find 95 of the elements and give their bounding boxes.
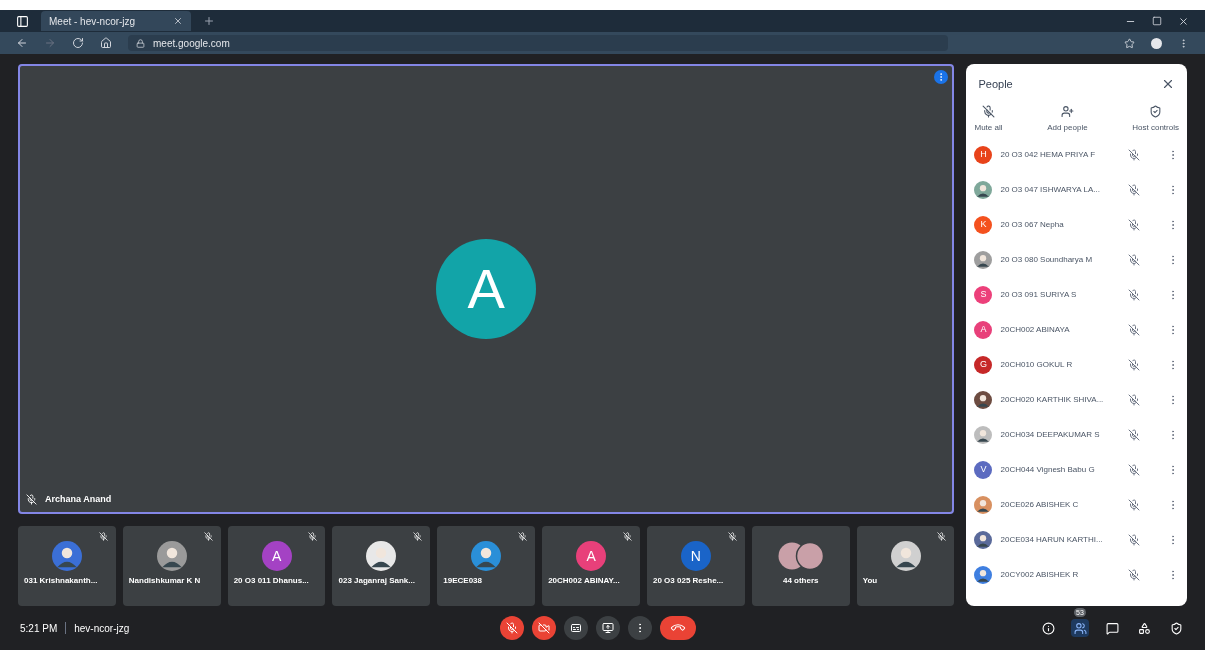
participant-name: 20 O3 047 ISHWARYA LA...: [1000, 184, 1101, 196]
tab-actions-icon[interactable]: [16, 14, 29, 28]
captions-button[interactable]: [564, 616, 588, 640]
participant-row[interactable]: 20CE026 ABISHEK C: [966, 487, 1187, 523]
participant-name: 20CH002 ABINAYA: [1000, 324, 1071, 336]
participant-row[interactable]: S 20 O3 091 SURIYA S: [966, 277, 1187, 313]
url-text: meet.google.com: [153, 36, 230, 51]
add-people-button[interactable]: Add people: [1047, 104, 1088, 134]
participant-tile[interactable]: Nandishkumar K N: [122, 526, 221, 606]
participant-name: 20CH010 GOKUL R: [1000, 359, 1074, 371]
host-controls-icon: [1149, 104, 1163, 118]
panel-title: People: [978, 77, 1013, 92]
participant-name: 20 O3 025 Reshe...: [652, 575, 724, 587]
letter-avatar: A: [974, 321, 993, 339]
microphone-button[interactable]: [500, 616, 524, 640]
meeting-code: hev-ncor-jzg: [74, 621, 130, 636]
participant-row[interactable]: 20CH034 DEEPAKUMAR S: [966, 417, 1187, 453]
favorite-icon[interactable]: [1124, 37, 1135, 49]
info-button[interactable]: [1039, 619, 1057, 637]
letter-avatar: H: [974, 146, 993, 164]
participant-name: Nandishkumar K N: [127, 575, 201, 587]
tab-title: Meet - hev-ncor-jzg: [49, 14, 136, 29]
address-bar[interactable]: meet.google.com: [128, 35, 948, 51]
add-people-icon: [1060, 104, 1074, 118]
participant-row[interactable]: 20CY002 ABISHEK R: [966, 557, 1187, 593]
participant-name: 20 O3 080 Soundharya M: [1000, 254, 1094, 266]
profile-icon[interactable]: [1151, 37, 1162, 49]
close-window-icon[interactable]: [1178, 15, 1189, 27]
host-controls-button[interactable]: Host controls: [1132, 104, 1179, 134]
participant-tile[interactable]: A 20 O3 011 Dhanus...: [227, 526, 326, 606]
info-icon: [1041, 621, 1055, 635]
participant-row[interactable]: G 20CH010 GOKUL R: [966, 347, 1187, 383]
participant-name: 20CE026 ABISHEK C: [1000, 499, 1080, 511]
participant-name: 023 Jaganraj Sank...: [337, 575, 415, 587]
participant-name: 20 O3 042 HEMA PRIYA F: [1000, 149, 1097, 161]
participant-name: 44 others: [782, 575, 819, 587]
participant-row[interactable]: V 20CH044 Vignesh Babu G: [966, 452, 1187, 488]
participant-name: 20CH002 ABINAY...: [547, 575, 620, 587]
participant-tile[interactable]: 023 Jaganraj Sank...: [332, 526, 431, 606]
letter-avatar: S: [974, 286, 993, 304]
letter-avatar: V: [974, 461, 993, 479]
participant-name: 20CH034 DEEPAKUMAR S: [1000, 429, 1101, 441]
participant-name: You: [861, 575, 878, 587]
present-icon: [602, 622, 614, 634]
participant-name: 19ECE038: [442, 575, 482, 587]
participant-row[interactable]: 20CH020 KARTHIK SHIVA...: [966, 382, 1187, 418]
lock-icon: [136, 38, 145, 48]
mute-all-button[interactable]: Mute all: [974, 104, 1003, 134]
speaker-avatar: A: [436, 239, 537, 339]
participant-name: 20 O3 091 SURIYA S: [1000, 289, 1078, 301]
camera-icon: [538, 622, 550, 634]
mute-all-icon: [982, 104, 995, 118]
home-icon[interactable]: [100, 37, 112, 49]
letter-avatar: A: [261, 541, 292, 571]
participant-tile[interactable]: N 20 O3 025 Reshe...: [647, 526, 745, 606]
present-button[interactable]: [596, 616, 620, 640]
shapes-icon: [1137, 621, 1151, 635]
reload-icon[interactable]: [72, 37, 84, 49]
people-button[interactable]: [1071, 619, 1089, 637]
participant-name: 20CE034 HARUN KARTHI...: [1000, 534, 1104, 546]
participant-row[interactable]: H 20 O3 042 HEMA PRIYA F: [966, 137, 1187, 173]
participant-tile[interactable]: 44 others: [751, 526, 850, 606]
letter-avatar: K: [974, 216, 993, 234]
participant-row[interactable]: K 20 O3 067 Nepha: [966, 207, 1187, 243]
letter-avatar: A: [576, 541, 607, 571]
browser-tab[interactable]: Meet - hev-ncor-jzg: [41, 11, 191, 31]
participant-name: 20CH044 Vignesh Babu G: [1000, 464, 1096, 476]
participant-name: 20CY002 ABISHEK R: [1000, 569, 1080, 581]
letter-avatar: N: [680, 541, 711, 571]
leave-call-button[interactable]: [660, 616, 696, 640]
participant-name: 031 Krishnakanth...: [23, 575, 98, 587]
letter-avatar: G: [974, 356, 993, 374]
meeting-time: 5:21 PM: [20, 621, 58, 636]
shield-icon: [1169, 621, 1183, 635]
chat-icon: [1105, 621, 1119, 635]
participant-name: 20 O3 011 Dhanus...: [232, 575, 309, 587]
participant-tile[interactable]: 031 Krishnakanth...: [18, 526, 116, 606]
participant-tile[interactable]: You: [856, 526, 955, 606]
camera-button[interactable]: [532, 616, 556, 640]
participant-row[interactable]: 20 O3 047 ISHWARYA LA...: [966, 172, 1187, 208]
close-tab-icon[interactable]: [173, 16, 183, 26]
microphone-icon: [506, 622, 518, 634]
back-icon[interactable]: [16, 37, 28, 49]
participant-tile[interactable]: 19ECE038: [437, 526, 536, 606]
participant-name: 20 O3 067 Nepha: [1000, 219, 1065, 231]
participant-row[interactable]: A 20CH002 ABINAYA: [966, 312, 1187, 348]
speaker-name: Archana Anand: [45, 492, 112, 506]
participant-row[interactable]: 20 O3 080 Soundharya M: [966, 242, 1187, 278]
people-icon: [1073, 621, 1087, 635]
participant-row[interactable]: 20CE034 HARUN KARTHI...: [966, 522, 1187, 558]
captions-icon: [570, 622, 582, 634]
new-tab-icon[interactable]: [203, 15, 215, 27]
participant-tile[interactable]: A 20CH002 ABINAY...: [542, 526, 640, 606]
maximize-icon[interactable]: [1152, 15, 1162, 26]
participant-name: 20CH020 KARTHIK SHIVA...: [1000, 394, 1105, 406]
